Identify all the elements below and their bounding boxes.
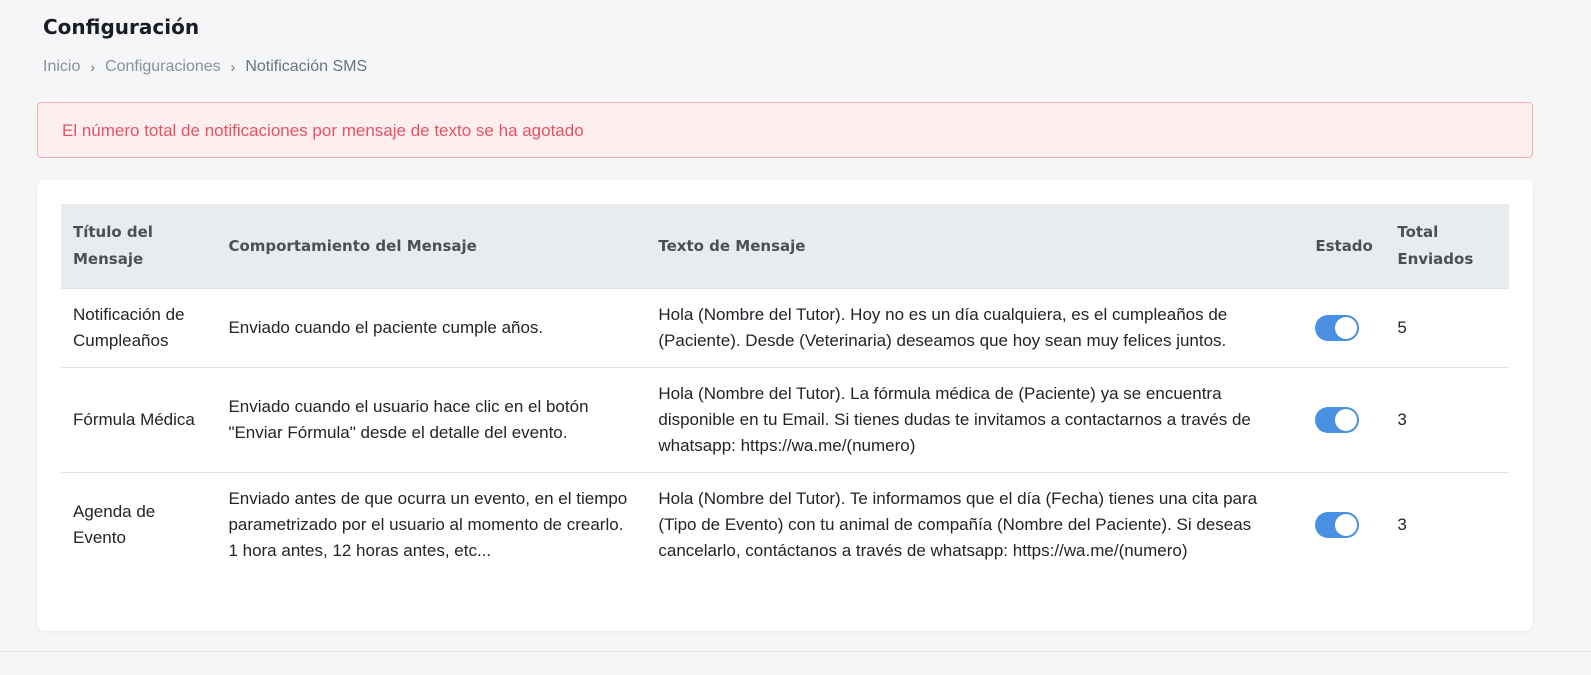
breadcrumb-current: Notificación SMS: [245, 58, 368, 75]
row-total: 3: [1397, 515, 1407, 534]
breadcrumb-configuraciones-link[interactable]: Configuraciones: [105, 58, 221, 76]
footer-divider: [0, 651, 1591, 652]
header-state: Estado: [1303, 204, 1386, 289]
table-row: Fórmula Médica Enviado cuando el usuario…: [61, 367, 1509, 473]
table-row: Notificación de Cumpleaños Enviado cuand…: [61, 288, 1509, 368]
header-text: Texto de Mensaje: [646, 204, 1304, 289]
row-text: Hola (Nombre del Tutor). Te informamos q…: [658, 489, 1258, 560]
row-text: Hola (Nombre del Tutor). La fórmula médi…: [646, 367, 1304, 473]
row-title: Agenda de Evento: [73, 502, 156, 547]
table-row: Agenda de Evento Enviado antes de que oc…: [61, 473, 1509, 578]
chevron-right-icon: ›: [230, 59, 236, 75]
row-state: [1303, 288, 1386, 368]
row-total: 5: [1385, 288, 1509, 368]
sms-notifications-card: Título del Mensaje Comportamiento del Me…: [37, 180, 1533, 631]
row-behavior: Enviado cuando el paciente cumple años.: [216, 288, 647, 368]
row-text: Hola (Nombre del Tutor). Hoy no es un dí…: [646, 288, 1304, 368]
row-title: Notificación de Cumpleaños: [61, 288, 217, 368]
header-behavior: Comportamiento del Mensaje: [216, 204, 647, 289]
breadcrumb-inicio-link[interactable]: Inicio: [43, 58, 80, 76]
status-toggle[interactable]: [1315, 512, 1360, 539]
row-total: 3: [1385, 367, 1509, 473]
row-behavior: Enviado cuando el usuario hace clic en e…: [216, 367, 647, 473]
table-header-row: Título del Mensaje Comportamiento del Me…: [61, 204, 1509, 289]
page-title: Configuración: [43, 15, 200, 39]
status-toggle[interactable]: [1315, 315, 1360, 342]
row-title: Fórmula Médica: [61, 367, 217, 473]
header-total: Total Enviados: [1385, 204, 1509, 289]
row-state: [1303, 473, 1385, 578]
breadcrumb: Inicio › Configuraciones › Notificación …: [43, 58, 367, 76]
row-behavior: Enviado antes de que ocurra un evento, e…: [228, 489, 628, 560]
header-title: Título del Mensaje: [61, 204, 217, 289]
chevron-right-icon: ›: [90, 59, 96, 75]
row-state: [1303, 367, 1386, 473]
sms-notifications-table: Título del Mensaje Comportamiento del Me…: [61, 204, 1509, 577]
alert-sms-exhausted: El número total de notificaciones por me…: [37, 102, 1533, 158]
status-toggle[interactable]: [1315, 407, 1360, 434]
